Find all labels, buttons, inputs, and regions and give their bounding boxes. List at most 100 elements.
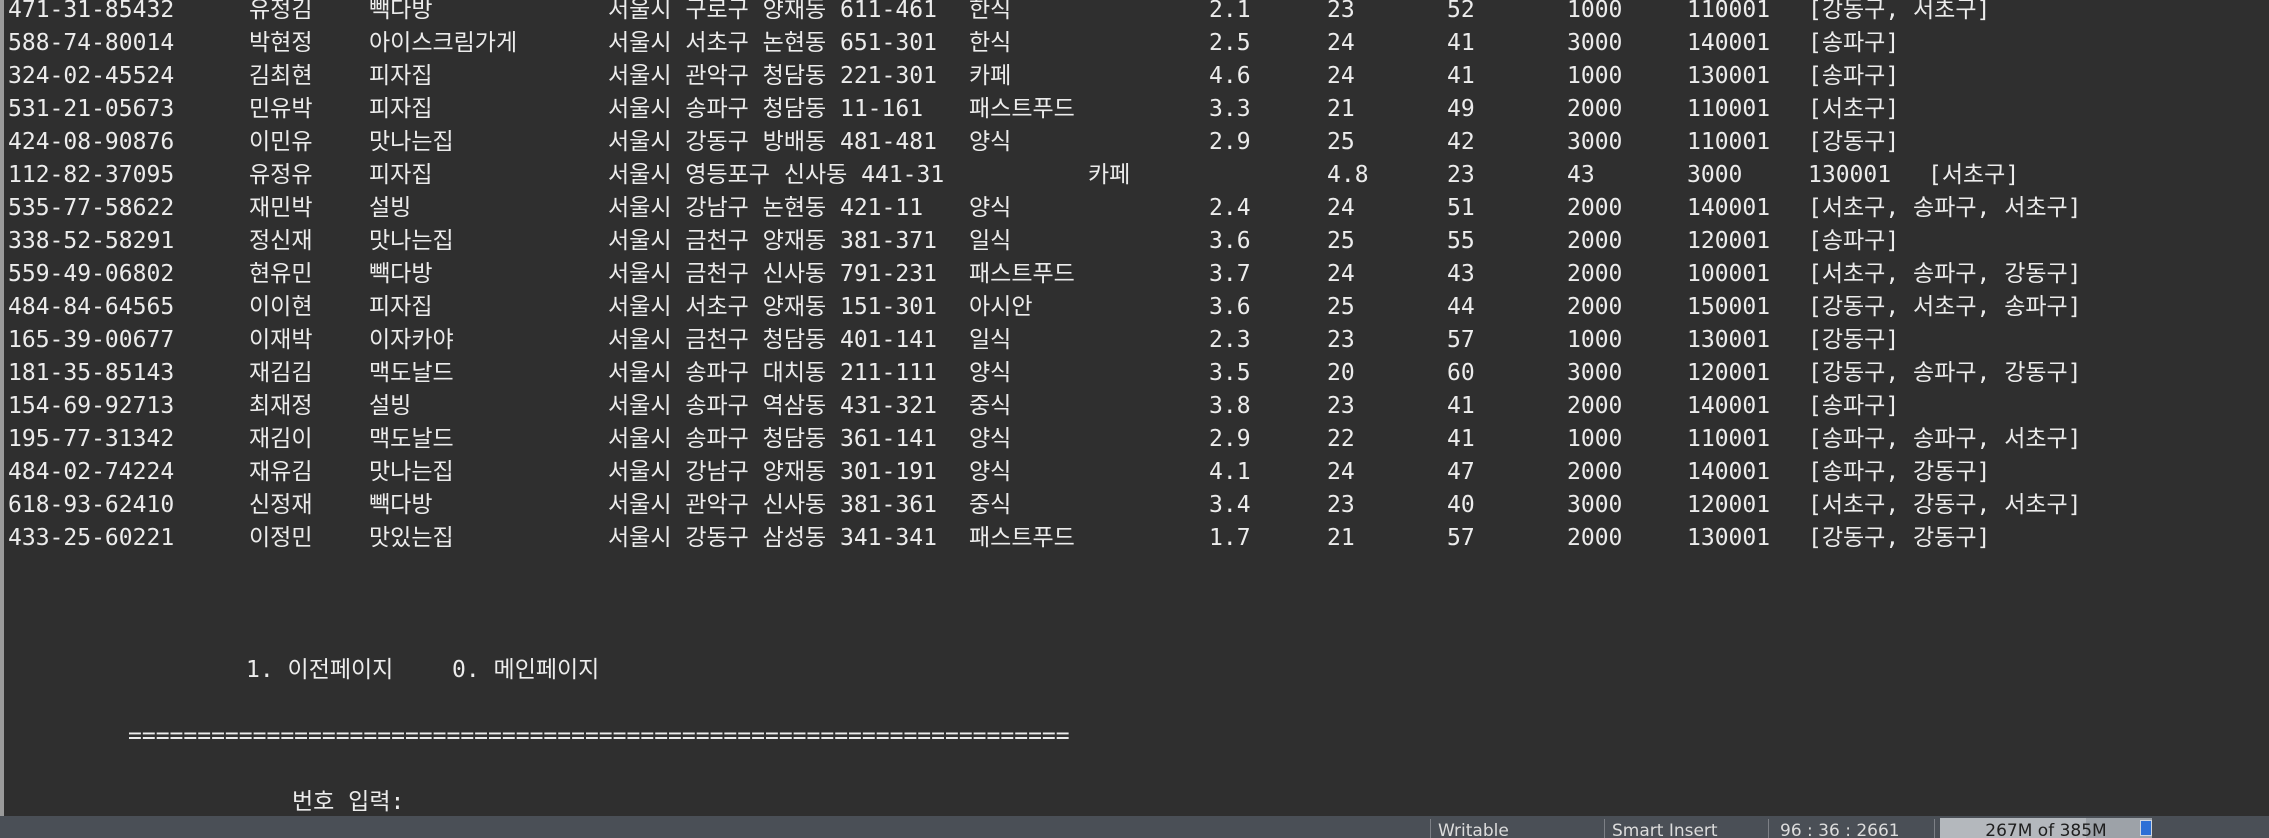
cell-c1: 24 <box>1327 30 1355 56</box>
cell-name: 이재박 <box>249 327 313 353</box>
cell-store: 빽다방 <box>369 492 433 518</box>
cell-c1: 24 <box>1327 261 1355 287</box>
cell-address: 서울시 영등포구 신사동 441-31 <box>608 162 945 188</box>
cursor-position: 96 : 36 : 2661 <box>1780 821 1900 838</box>
cell-c1: 23 <box>1447 162 1475 188</box>
cell-name: 정신재 <box>249 228 313 254</box>
menu-main-page: 0. 메인페이지 <box>452 657 600 683</box>
cell-address: 서울시 강동구 방배동 481-481 <box>608 129 937 155</box>
cell-address: 서울시 강남구 논현동 421-11 <box>608 195 924 221</box>
cell-areas: [서초구, 송파구, 강동구] <box>1808 261 2082 287</box>
cell-store: 설빙 <box>369 393 412 419</box>
cell-address: 서울시 송파구 대치동 211-111 <box>608 360 937 386</box>
cell-rating: 3.3 <box>1209 96 1251 122</box>
cell-c3: 3000 <box>1567 360 1623 386</box>
cell-c2: 44 <box>1447 294 1475 320</box>
cell-c4: 120001 <box>1687 360 1771 386</box>
heap-status-bar[interactable]: 267M of 385M <box>1940 818 2152 838</box>
cell-c1: 25 <box>1327 228 1355 254</box>
garbage-collect-icon[interactable] <box>2140 820 2152 836</box>
cell-c2: 43 <box>1567 162 1595 188</box>
cell-store: 피자집 <box>369 96 433 122</box>
heap-usage-label: 267M of 385M <box>1985 821 2107 838</box>
cell-name: 신정재 <box>249 492 313 518</box>
cell-areas: [송파구, 송파구, 서초구] <box>1808 426 2082 452</box>
cell-c4: 100001 <box>1687 261 1771 287</box>
cell-category: 패스트푸드 <box>969 96 1075 122</box>
cell-c3: 2000 <box>1567 195 1623 221</box>
cell-c3: 1000 <box>1567 0 1623 23</box>
cell-areas: [강동구, 서초구, 송파구] <box>1808 294 2082 320</box>
cell-areas: [송파구] <box>1808 63 1900 89</box>
cell-c1: 24 <box>1327 195 1355 221</box>
cell-store: 맛나는집 <box>369 129 454 155</box>
cell-name: 민유박 <box>249 96 313 122</box>
input-prompt: 번호 입력: <box>292 789 405 815</box>
cell-category: 양식 <box>969 195 1012 221</box>
cell-c3: 3000 <box>1567 129 1623 155</box>
cell-category: 한식 <box>969 30 1012 56</box>
menu-prev-page: 1. 이전페이지 <box>246 657 394 683</box>
cell-name: 재민박 <box>249 195 313 221</box>
cell-store: 맛있는집 <box>369 525 454 551</box>
cell-rating: 4.6 <box>1209 63 1251 89</box>
cell-c3: 3000 <box>1567 30 1623 56</box>
cell-address: 서울시 송파구 청담동 361-141 <box>608 426 937 452</box>
console-output[interactable]: 471-31-85432 유정김 빽다방 서울시 구로구 양재동 611-461 한식 2… <box>0 0 2269 816</box>
status-bar: Writable Smart Insert 96 : 36 : 2661 267… <box>0 816 2269 838</box>
cell-areas: [강동구] <box>1808 327 1900 353</box>
cell-category: 중식 <box>969 393 1012 419</box>
cell-c3: 1000 <box>1567 327 1623 353</box>
cell-c2: 60 <box>1447 360 1475 386</box>
cell-name: 현유민 <box>249 261 313 287</box>
cell-areas: [강동구] <box>1808 129 1900 155</box>
cell-bizno: 154-69-92713 <box>8 393 175 419</box>
cell-areas: [송파구] <box>1808 393 1900 419</box>
cell-c2: 41 <box>1447 30 1475 56</box>
cell-store: 피자집 <box>369 63 433 89</box>
cell-c4: 140001 <box>1687 195 1771 221</box>
cell-c3: 2000 <box>1567 228 1623 254</box>
cell-c1: 22 <box>1327 426 1355 452</box>
cell-c3: 2000 <box>1567 261 1623 287</box>
cell-c1: 24 <box>1327 459 1355 485</box>
cell-c4: 130001 <box>1808 162 1892 188</box>
insert-mode-status[interactable]: Smart Insert <box>1612 820 1718 838</box>
cell-c2: 42 <box>1447 129 1475 155</box>
cell-bizno: 181-35-85143 <box>8 360 175 386</box>
cell-rating: 2.4 <box>1209 195 1251 221</box>
cell-c4: 130001 <box>1687 327 1771 353</box>
cell-c4: 110001 <box>1687 426 1771 452</box>
cell-c2: 52 <box>1447 0 1475 23</box>
cell-bizno: 484-84-64565 <box>8 294 175 320</box>
cell-name: 재유김 <box>249 459 313 485</box>
cell-store: 맥도날드 <box>369 360 454 386</box>
cell-name: 이정민 <box>249 525 313 551</box>
cell-c2: 55 <box>1447 228 1475 254</box>
cell-address: 서울시 구로구 양재동 611-461 <box>608 0 937 23</box>
cell-address: 서울시 송파구 청담동 11-161 <box>608 96 924 122</box>
cell-address: 서울시 관악구 신사동 381-361 <box>608 492 937 518</box>
cell-c2: 49 <box>1447 96 1475 122</box>
cell-rating: 2.9 <box>1209 426 1251 452</box>
cell-store: 빽다방 <box>369 261 433 287</box>
cell-bizno: 112-82-37095 <box>8 162 175 188</box>
cell-areas: [서초구] <box>1928 162 2020 188</box>
cell-c3: 3000 <box>1567 492 1623 518</box>
status-separator <box>1430 819 1431 838</box>
cell-c2: 41 <box>1447 63 1475 89</box>
cell-rating: 4.1 <box>1209 459 1251 485</box>
cell-name: 유정김 <box>249 0 313 23</box>
cell-address: 서울시 금천구 청담동 401-141 <box>608 327 937 353</box>
cell-category: 아시안 <box>969 294 1033 320</box>
cell-rating: 2.3 <box>1209 327 1251 353</box>
cell-c3: 1000 <box>1567 426 1623 452</box>
cell-c4: 120001 <box>1687 228 1771 254</box>
cell-store: 이자카야 <box>369 327 454 353</box>
cell-areas: [강동구, 강동구] <box>1808 525 1991 551</box>
cell-c2: 57 <box>1447 327 1475 353</box>
console-gutter <box>0 0 4 816</box>
cell-bizno: 338-52-58291 <box>8 228 175 254</box>
cell-c1: 23 <box>1327 492 1355 518</box>
cell-category: 양식 <box>969 360 1012 386</box>
